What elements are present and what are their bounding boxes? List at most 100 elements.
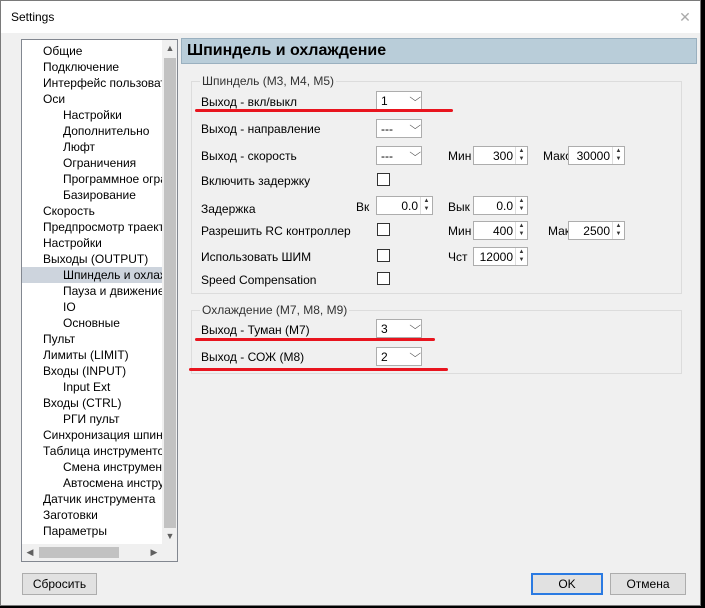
annotation-underline: [195, 109, 453, 112]
speed-max-spinner[interactable]: 30000 ▲ ▼: [568, 146, 625, 165]
pwm-frequency-label: Чст: [448, 250, 468, 264]
rc-max-spinner[interactable]: 2500 ▲ ▼: [568, 221, 625, 240]
tree-item[interactable]: Пульт: [43, 331, 75, 347]
pwm-checkbox[interactable]: [377, 249, 390, 262]
spin-down-icon[interactable]: ▼: [421, 205, 432, 213]
tree-item[interactable]: Лимиты (LIMIT): [43, 347, 129, 363]
spin-up-icon[interactable]: ▲: [516, 197, 527, 205]
output-speed-select[interactable]: --- ⌵: [376, 146, 422, 165]
window-title: Settings: [11, 10, 55, 24]
tree-item[interactable]: Пауза и движение: [63, 283, 165, 299]
cooling-group: Охлаждение (M7, M8, M9): [191, 303, 682, 374]
tree-item[interactable]: Смена инструмента: [63, 459, 174, 475]
spin-up-icon[interactable]: ▲: [613, 147, 624, 155]
close-icon[interactable]: ✕: [670, 1, 700, 33]
spin-up-icon[interactable]: ▲: [613, 222, 624, 230]
delay-off-spinner[interactable]: 0.0 ▲ ▼: [473, 196, 528, 215]
output-onoff-value: 1: [381, 94, 388, 108]
tree-item[interactable]: РГИ пульт: [63, 411, 120, 427]
output-onoff-select[interactable]: 1 ⌵: [376, 91, 422, 110]
flood-output-label: Выход - СОЖ (M8): [201, 350, 305, 364]
tree-item[interactable]: IO: [63, 299, 76, 315]
hscroll-thumb[interactable]: [39, 547, 119, 558]
tree-item[interactable]: Предпросмотр траекто: [43, 219, 171, 235]
speed-min-value: 300: [492, 149, 513, 163]
tree-item[interactable]: Синхронизация шпинде: [43, 427, 176, 443]
output-direction-select[interactable]: --- ⌵: [376, 119, 422, 138]
spin-up-icon[interactable]: ▲: [421, 197, 432, 205]
scroll-corner: [162, 544, 177, 561]
tree-item[interactable]: Скорость: [43, 203, 95, 219]
chevron-down-icon: ⌵: [408, 348, 421, 360]
delay-off-value: 0.0: [496, 199, 513, 213]
scroll-left-icon[interactable]: ◀: [22, 544, 38, 561]
spin-down-icon[interactable]: ▼: [613, 155, 624, 163]
tree-item[interactable]: Датчик инструмента: [43, 491, 155, 507]
flood-output-select[interactable]: 2 ⌵: [376, 347, 422, 366]
tree-item[interactable]: Настройки: [63, 107, 122, 123]
title-bar: Settings ✕: [1, 1, 700, 33]
speed-compensation-label: Speed Compensation: [201, 273, 317, 287]
tree-item[interactable]: Оси: [43, 91, 65, 107]
scroll-thumb[interactable]: [164, 58, 176, 528]
scroll-up-icon[interactable]: ▲: [162, 40, 177, 56]
tree-item[interactable]: Ограничения: [63, 155, 136, 171]
tree-item[interactable]: Настройки: [43, 235, 102, 251]
cancel-button[interactable]: Отмена: [610, 573, 686, 595]
pwm-frequency-spinner[interactable]: 12000 ▲ ▼: [473, 247, 528, 266]
tree-item[interactable]: Таблица инструментов: [43, 443, 171, 459]
scroll-right-icon[interactable]: ▶: [146, 544, 162, 561]
tree-item[interactable]: Люфт: [63, 139, 95, 155]
tree-item[interactable]: Дополнительно: [63, 123, 149, 139]
tree-item[interactable]: Заготовки: [43, 507, 98, 523]
tree-item[interactable]: Программное огра: [63, 171, 167, 187]
rc-max-label: Мак: [548, 224, 571, 238]
tree-vertical-scrollbar[interactable]: ▲ ▼: [162, 40, 177, 544]
scroll-down-icon[interactable]: ▼: [162, 528, 177, 544]
ok-button[interactable]: OK: [531, 573, 603, 595]
tree-item[interactable]: Общие: [43, 43, 82, 59]
mist-output-select[interactable]: 3 ⌵: [376, 319, 422, 338]
speed-min-label: Мин: [448, 149, 472, 163]
speed-compensation-checkbox[interactable]: [377, 272, 390, 285]
tree-item[interactable]: Параметры: [43, 523, 107, 539]
tree-item[interactable]: Input Ext: [63, 379, 110, 395]
tree-item[interactable]: Базирование: [63, 187, 136, 203]
spindle-group-title: Шпиндель (M3, M4, M5): [200, 74, 337, 88]
rc-controller-checkbox[interactable]: [377, 223, 390, 236]
reset-button[interactable]: Сбросить: [22, 573, 97, 595]
tree-item[interactable]: Шпиндель и охлажд: [22, 267, 175, 283]
rc-min-spinner[interactable]: 400 ▲ ▼: [473, 221, 528, 240]
speed-max-label: Макс: [543, 149, 572, 163]
page-title: Шпиндель и охлаждение: [181, 38, 697, 64]
chevron-down-icon: ⌵: [408, 147, 421, 159]
delay-enable-checkbox[interactable]: [377, 173, 390, 186]
tree-item[interactable]: Интерфейс пользовате: [43, 75, 172, 91]
spin-up-icon[interactable]: ▲: [516, 222, 527, 230]
settings-window: Settings ✕ Общие Подключение Интерфейс пол…: [0, 0, 701, 606]
rc-min-value: 400: [492, 224, 513, 238]
tree-horizontal-scrollbar[interactable]: ◀ ▶: [22, 544, 162, 561]
output-direction-value: ---: [381, 122, 393, 136]
spin-down-icon[interactable]: ▼: [516, 155, 527, 163]
annotation-underline: [189, 368, 448, 371]
delay-on-spinner[interactable]: 0.0 ▲ ▼: [376, 196, 433, 215]
annotation-underline: [195, 338, 435, 341]
spin-down-icon[interactable]: ▼: [516, 230, 527, 238]
tree-item[interactable]: Входы (INPUT): [43, 363, 126, 379]
tree-item[interactable]: Входы (CTRL): [43, 395, 121, 411]
tree-item[interactable]: Выходы (OUTPUT): [43, 251, 148, 267]
spin-up-icon[interactable]: ▲: [516, 248, 527, 256]
output-direction-label: Выход - направление: [201, 122, 321, 136]
flood-output-value: 2: [381, 350, 388, 364]
spin-down-icon[interactable]: ▼: [516, 205, 527, 213]
spin-down-icon[interactable]: ▼: [516, 256, 527, 264]
spin-up-icon[interactable]: ▲: [516, 147, 527, 155]
spin-down-icon[interactable]: ▼: [613, 230, 624, 238]
cooling-group-title: Охлаждение (M7, M8, M9): [200, 303, 350, 317]
speed-min-spinner[interactable]: 300 ▲ ▼: [473, 146, 528, 165]
tree-item[interactable]: Основные: [63, 315, 120, 331]
tree-item[interactable]: Автосмена инструм: [63, 475, 172, 491]
chevron-down-icon: ⌵: [408, 120, 421, 132]
tree-item[interactable]: Подключение: [43, 59, 119, 75]
